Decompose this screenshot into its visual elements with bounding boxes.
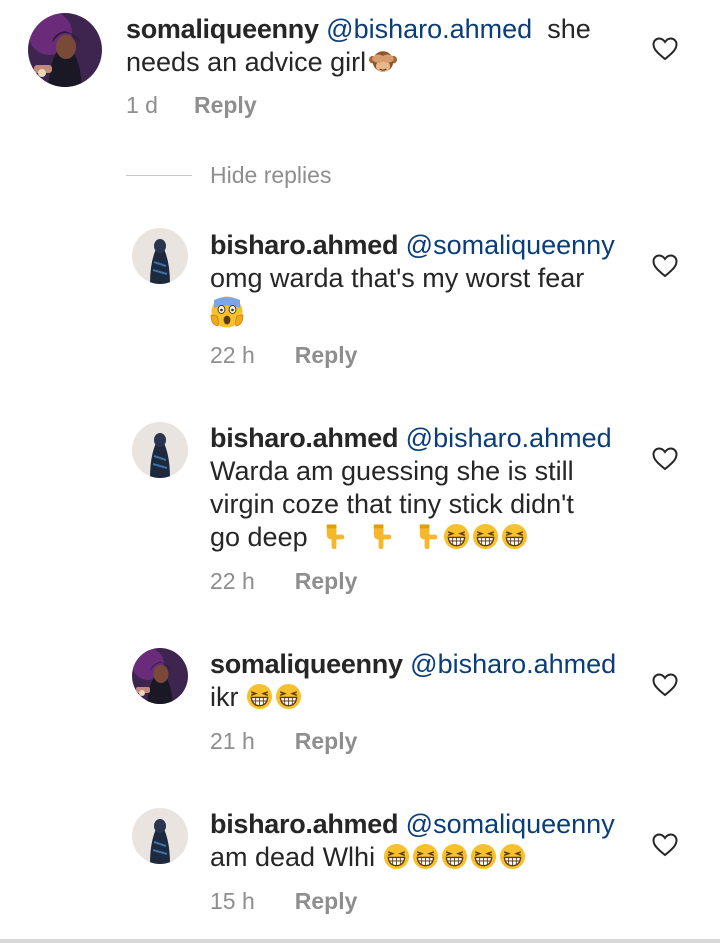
avatar[interactable] <box>132 648 188 704</box>
comment-meta: 15 h Reply <box>210 887 357 915</box>
comment-timestamp: 22 h <box>210 342 255 368</box>
reply-button[interactable]: Reply <box>194 91 257 119</box>
backhand-index-down-icon <box>414 523 441 550</box>
comment-username[interactable]: bisharo.ahmed <box>210 230 398 260</box>
like-heart-icon[interactable] <box>652 254 678 278</box>
comment-body: am dead Wlhi <box>210 842 376 872</box>
like-heart-icon[interactable] <box>652 37 678 61</box>
bottom-divider <box>0 939 720 943</box>
comment-mention[interactable]: @somaliqueenny <box>406 809 615 839</box>
reply-button[interactable]: Reply <box>295 887 358 915</box>
reply-button[interactable]: Reply <box>295 341 358 369</box>
comment-text: bisharo.ahmed @somaliqueenny omg warda t… <box>210 229 650 331</box>
comment-timestamp: 1 d <box>126 92 158 118</box>
avatar-image <box>28 13 102 87</box>
grinning-squinting-face-icon <box>501 523 528 550</box>
divider <box>126 174 192 176</box>
comment-body: needs an advice girl <box>126 47 367 77</box>
comment-mention[interactable]: @somaliqueenny <box>406 230 615 260</box>
comment-body: ikr <box>210 682 239 712</box>
comment-meta: 21 h Reply <box>210 727 357 755</box>
comment-timestamp: 21 h <box>210 728 255 754</box>
grinning-squinting-face-icon <box>443 523 470 550</box>
like-heart-icon[interactable] <box>652 833 678 857</box>
comment-body: Warda am guessing she is still <box>210 456 574 486</box>
comment-body: virgin coze that tiny stick didn't <box>210 489 574 519</box>
see-no-evil-monkey-icon <box>368 48 398 75</box>
grinning-squinting-face-icon <box>246 683 273 710</box>
comment-item: somaliqueenny @bisharo.ahmed she needs a… <box>0 0 720 140</box>
comment-mention[interactable]: @bisharo.ahmed <box>410 649 616 679</box>
comment-username[interactable]: bisharo.ahmed <box>210 809 398 839</box>
grinning-squinting-face-icon <box>412 843 439 870</box>
face-screaming-in-fear-icon <box>210 295 244 329</box>
avatar-image <box>132 808 188 864</box>
hide-replies-label[interactable]: Hide replies <box>210 162 331 189</box>
comment-username[interactable]: somaliqueenny <box>126 14 319 44</box>
comment-timestamp: 15 h <box>210 888 255 914</box>
like-heart-icon[interactable] <box>652 673 678 697</box>
like-heart-icon[interactable] <box>652 447 678 471</box>
comment-body: omg warda that's my worst fear <box>210 263 585 293</box>
reply-button[interactable]: Reply <box>295 727 358 755</box>
avatar[interactable] <box>132 228 188 284</box>
backhand-index-down-icon <box>368 523 395 550</box>
comment-meta: 1 d Reply <box>126 91 257 119</box>
comment-text: somaliqueenny @bisharo.ahmed ikr <box>210 648 650 714</box>
comment-meta: 22 h Reply <box>210 567 357 595</box>
hide-replies-toggle[interactable]: Hide replies <box>126 160 331 190</box>
avatar[interactable] <box>132 422 188 478</box>
comment-username[interactable]: somaliqueenny <box>210 649 403 679</box>
comment-timestamp: 22 h <box>210 568 255 594</box>
grinning-squinting-face-icon <box>472 523 499 550</box>
avatar-image <box>132 422 188 478</box>
comment-text: somaliqueenny @bisharo.ahmed she needs a… <box>126 13 646 79</box>
reply-button[interactable]: Reply <box>295 567 358 595</box>
comment-username[interactable]: bisharo.ahmed <box>210 423 398 453</box>
comment-body: go deep <box>210 522 308 552</box>
avatar[interactable] <box>28 13 102 87</box>
grinning-squinting-face-icon <box>441 843 468 870</box>
backhand-index-down-icon <box>321 523 348 550</box>
comment-text: bisharo.ahmed @somaliqueenny am dead Wlh… <box>210 808 650 874</box>
grinning-squinting-face-icon <box>470 843 497 870</box>
comment-meta: 22 h Reply <box>210 341 357 369</box>
avatar-image <box>132 228 188 284</box>
grinning-squinting-face-icon <box>383 843 410 870</box>
comment-text: bisharo.ahmed @bisharo.ahmed Warda am gu… <box>210 422 650 554</box>
grinning-squinting-face-icon <box>499 843 526 870</box>
avatar-image <box>132 648 188 704</box>
comment-mention[interactable]: @bisharo.ahmed <box>326 14 532 44</box>
grinning-squinting-face-icon <box>275 683 302 710</box>
comment-body: she <box>547 14 591 44</box>
avatar[interactable] <box>132 808 188 864</box>
comment-mention[interactable]: @bisharo.ahmed <box>406 423 612 453</box>
